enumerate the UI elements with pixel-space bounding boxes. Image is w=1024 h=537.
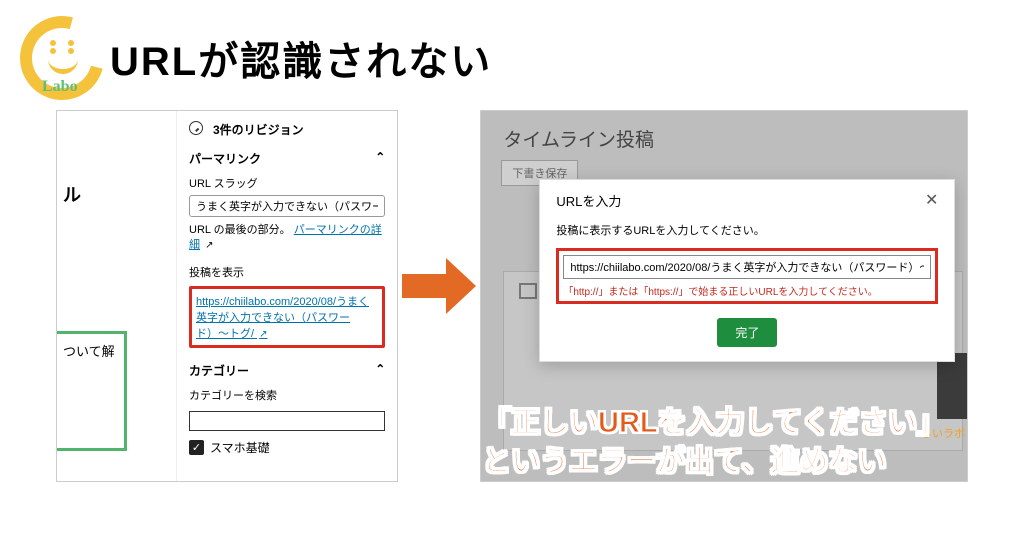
wp-settings-sidebar: 3件のリビジョン パーマリンク URL スラッグ URL の最後の部分。 パーマ… xyxy=(177,111,397,481)
url-slug-label: URL スラッグ xyxy=(189,175,385,191)
modal-subtitle: 投稿に表示するURLを入力してください。 xyxy=(556,222,938,238)
modal-title: URLを入力 xyxy=(556,191,621,210)
gmb-page-title: タイムライン投稿 xyxy=(481,111,967,160)
page-title: URLが認識されない xyxy=(110,29,492,87)
green-highlight-box xyxy=(56,331,127,451)
url-input-modal: URLを入力 ✕ 投稿に表示するURLを入力してください。 「http://」ま… xyxy=(539,179,955,362)
chevron-up-icon xyxy=(375,150,385,167)
permalink-highlight-box: https://chiilabo.com/2020/08/うまく英字が入力できな… xyxy=(189,286,385,348)
chiilabo-logo: Labo xyxy=(20,16,104,100)
close-icon[interactable]: ✕ xyxy=(925,190,938,210)
history-icon xyxy=(189,121,207,138)
category-checkbox-row[interactable]: ✓ スマホ基礎 xyxy=(189,439,385,456)
revisions-label: 3件のリビジョン xyxy=(213,121,304,138)
category-item-label: スマホ基礎 xyxy=(210,439,270,456)
modal-input-highlight-box: 「http://」または「https://」で始まる正しいURLを入力してくださ… xyxy=(556,248,938,304)
category-search-input[interactable] xyxy=(189,411,385,431)
done-button[interactable]: 完了 xyxy=(717,318,777,347)
category-section-header[interactable]: カテゴリー xyxy=(189,362,385,379)
checkbox-checked-icon[interactable]: ✓ xyxy=(189,440,204,455)
revisions-row[interactable]: 3件のリビジョン xyxy=(189,121,385,138)
url-input[interactable] xyxy=(563,255,931,279)
header: Labo URLが認識されない xyxy=(0,0,1024,110)
permalink-help-text: URL の最後の部分。 パーマリンクの詳細 xyxy=(189,223,385,254)
annotation-line-2: というエラーが出て、進めない xyxy=(482,443,946,482)
url-slug-input[interactable] xyxy=(189,195,385,217)
arrow-right-icon xyxy=(402,256,476,316)
annotation-text: 「正しいURLを入力してください」 というエラーが出て、進めない xyxy=(482,404,946,482)
permalink-url-link[interactable]: https://chiilabo.com/2020/08/うまく英字が入力できな… xyxy=(196,296,369,340)
category-search-label: カテゴリーを検索 xyxy=(189,387,385,403)
modal-error-text: 「http://」または「https://」で始まる正しいURLを入力してくださ… xyxy=(563,283,931,298)
image-icon xyxy=(519,283,537,299)
chevron-up-icon xyxy=(375,362,385,379)
external-link-icon xyxy=(203,239,213,251)
annotation-line-1: 「正しいURLを入力してください」 xyxy=(482,404,946,443)
logo-text: Labo xyxy=(42,78,78,96)
wordpress-panel: ル ついて解 3件のリビジョン パーマリンク URL スラッグ URL の最後の… xyxy=(56,110,398,482)
category-section-label: カテゴリー xyxy=(189,362,249,379)
wp-editor-cutoff: ル ついて解 xyxy=(57,111,177,481)
partial-title-text: ル xyxy=(63,181,81,207)
permalink-section-label: パーマリンク xyxy=(189,150,261,167)
permalink-section-header[interactable]: パーマリンク xyxy=(189,150,385,167)
view-post-label: 投稿を表示 xyxy=(189,264,385,280)
external-link-icon xyxy=(257,328,267,340)
